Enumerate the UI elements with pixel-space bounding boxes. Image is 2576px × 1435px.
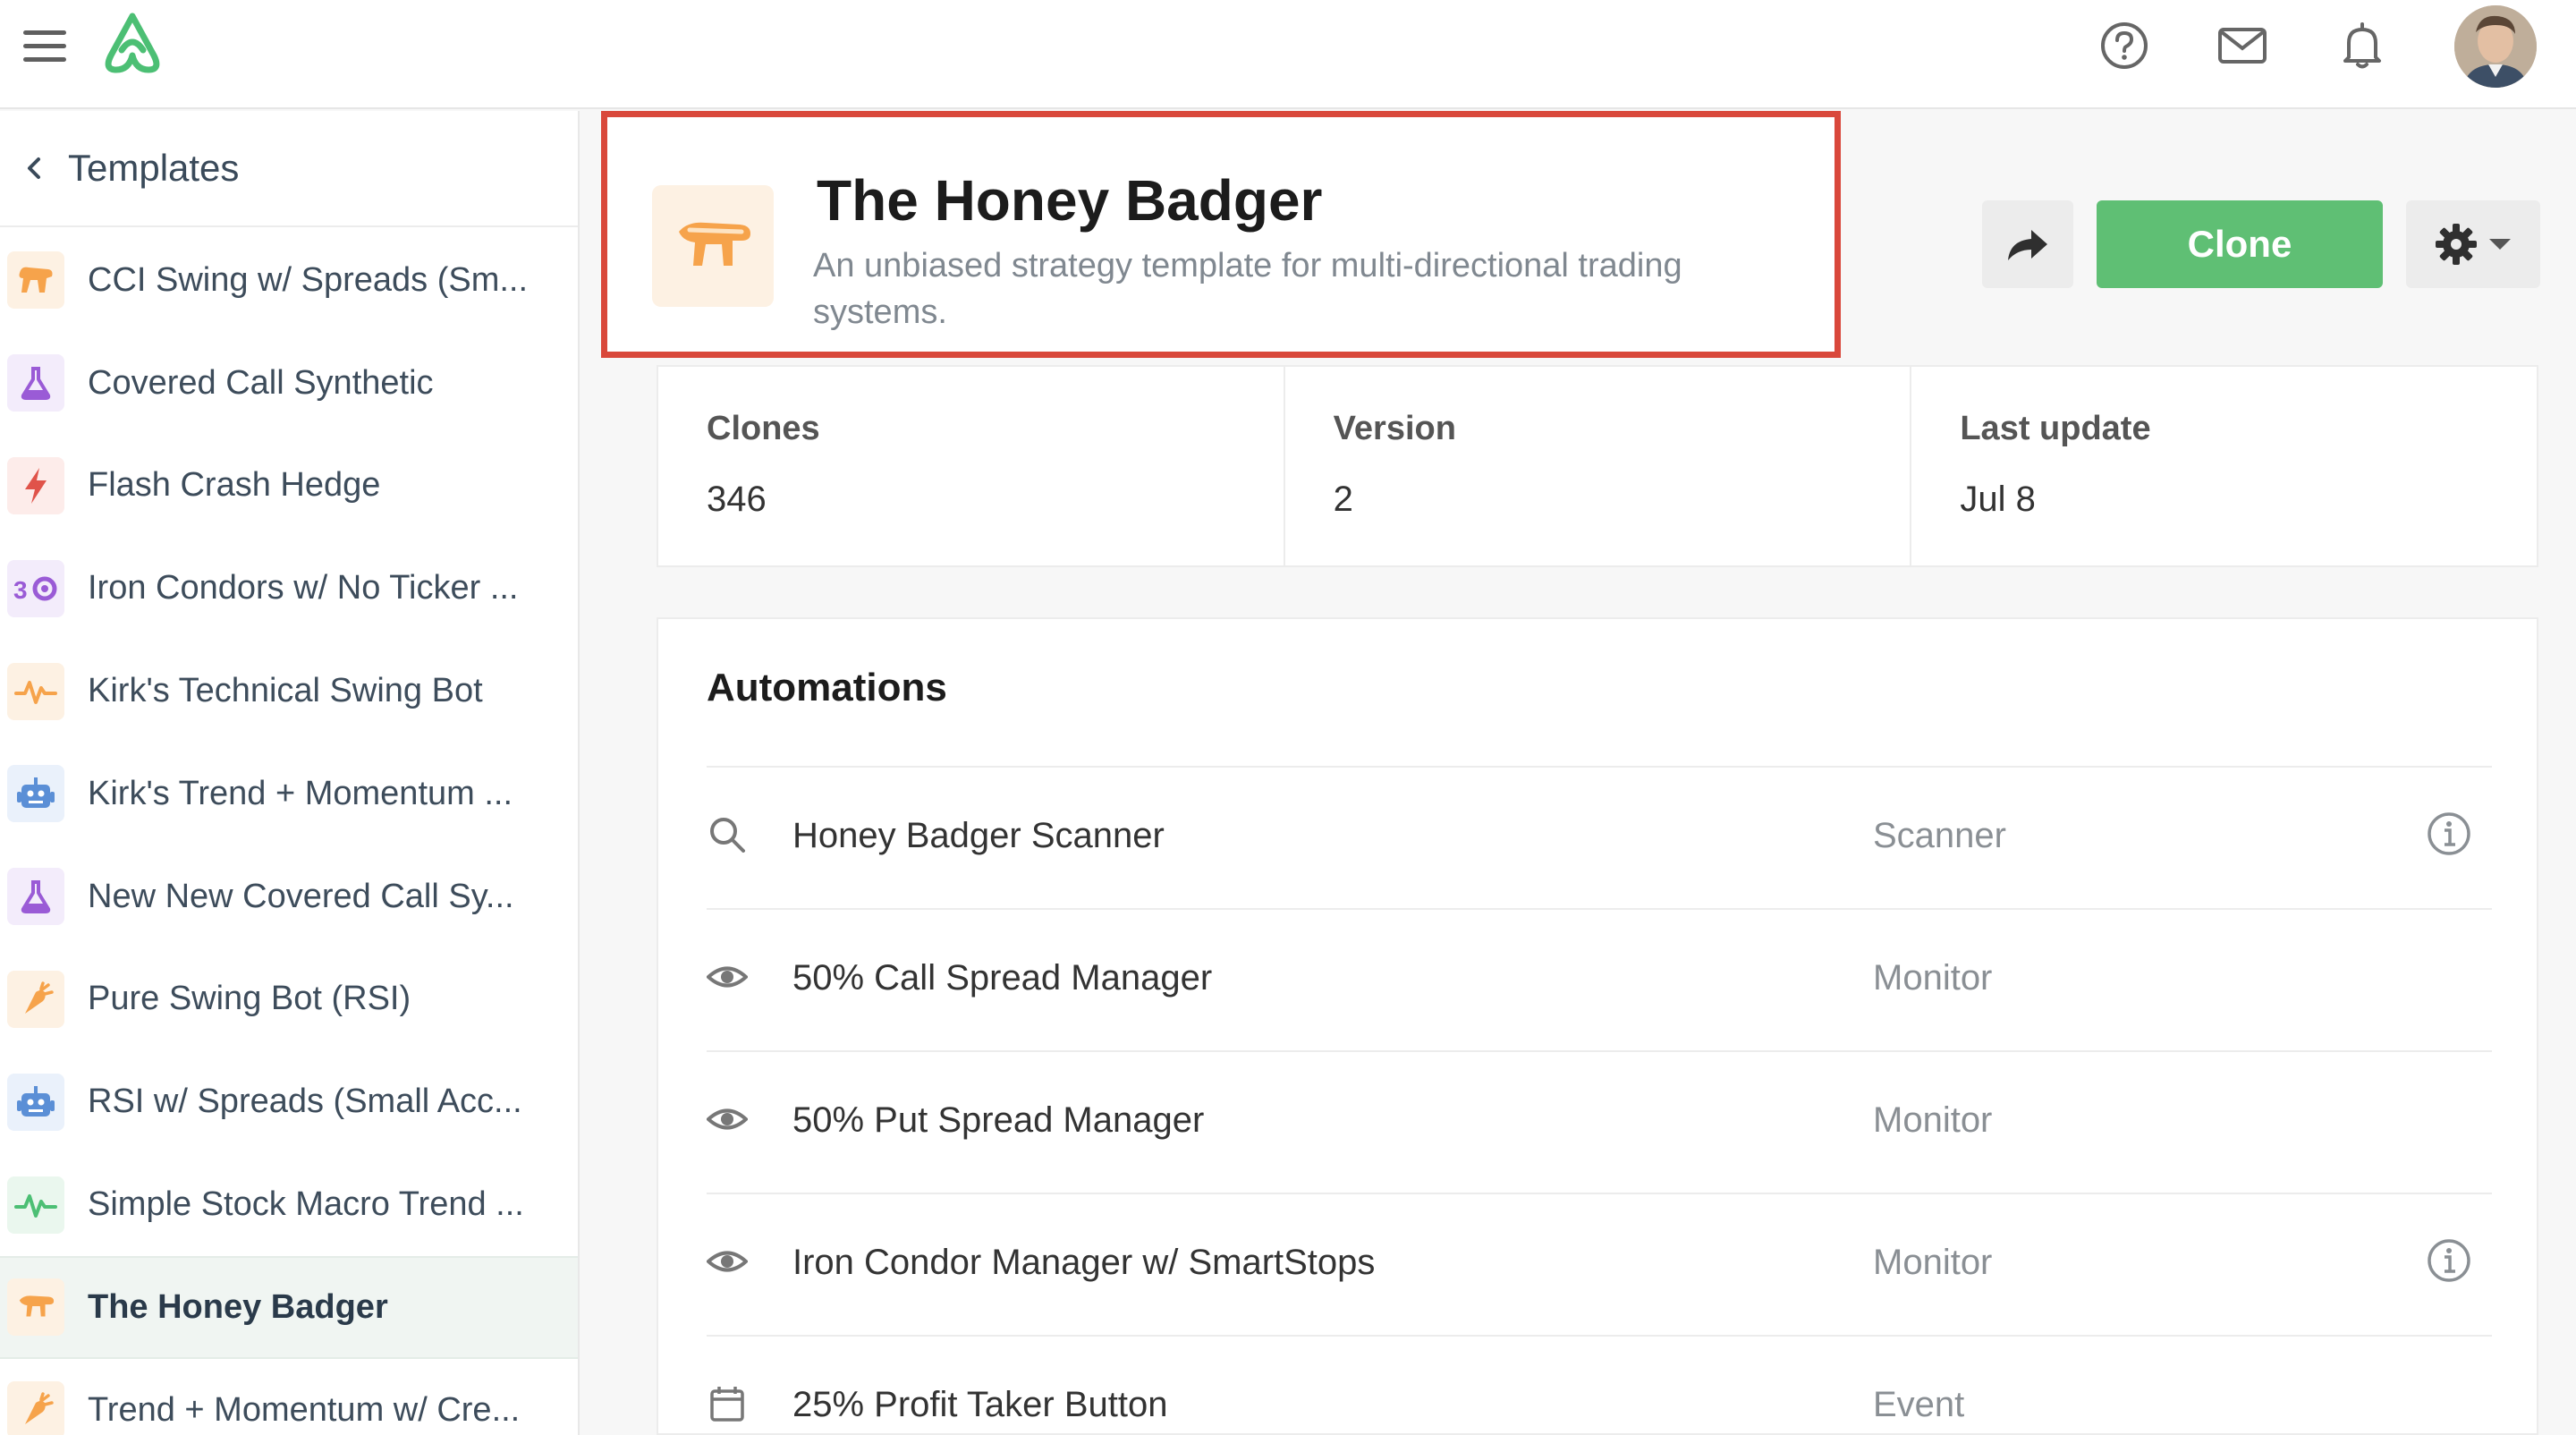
sidebar-item[interactable]: Kirk's Technical Swing Bot <box>0 640 578 743</box>
lightning-icon <box>7 456 64 514</box>
badger-icon <box>7 1278 64 1337</box>
automation-row[interactable]: 50% Put Spread Manager Monitor <box>706 1050 2492 1193</box>
sidebar-item-label: Iron Condors w/ No Ticker ... <box>88 569 519 607</box>
stat-label: Clones <box>707 410 820 447</box>
dog-icon <box>7 251 64 310</box>
stat-label: Last update <box>1960 410 2151 447</box>
automation-name: 50% Call Spread Manager <box>792 958 1213 998</box>
template-list: CCI Swing w/ Spreads (Sm... Covered Call … <box>0 229 578 1435</box>
sidebar-item[interactable]: New New Covered Call Sy... <box>0 845 578 948</box>
carrot-icon <box>7 970 64 1028</box>
automation-type: Monitor <box>1873 1243 1993 1282</box>
template-header: The Honey Badger An unbiased strategy te… <box>601 111 1841 358</box>
automation-row[interactable]: 50% Call Spread Manager Monitor <box>706 908 2492 1050</box>
automation-name: 25% Profit Taker Button <box>792 1385 1168 1424</box>
bell-icon[interactable] <box>2336 20 2388 72</box>
page-description: An unbiased strategy template for multi-… <box>813 247 1682 331</box>
stat-value: 346 <box>707 480 767 519</box>
caret-down-icon <box>2489 239 2511 250</box>
automation-type: Monitor <box>1873 958 1993 998</box>
robot-icon <box>7 1073 64 1131</box>
sidebar: Templates CCI Swing w/ Spreads (Sm... Cov… <box>0 111 580 1435</box>
page-title: The Honey Badger <box>817 168 1323 233</box>
stat-clones: Clones 346 <box>658 367 1285 565</box>
stat-value: Jul 8 <box>1960 480 2036 519</box>
sidebar-item[interactable]: Kirk's Trend + Momentum ... <box>0 743 578 845</box>
top-bar <box>0 0 2576 109</box>
stat-version: Version 2 <box>1285 367 1912 565</box>
pulse-icon <box>7 662 64 720</box>
badger-icon <box>652 185 774 307</box>
sidebar-item-label: RSI w/ Spreads (Small Acc... <box>88 1083 522 1121</box>
sidebar-header: Templates <box>0 111 578 227</box>
automations-list: Honey Badger Scanner Scanner 50% Call Sp… <box>706 766 2492 1433</box>
automation-row[interactable]: Iron Condor Manager w/ SmartStops Monito… <box>706 1193 2492 1335</box>
automation-type: Scanner <box>1873 816 2006 855</box>
share-button[interactable] <box>1982 200 2073 288</box>
stat-value: 2 <box>1333 480 1353 519</box>
sidebar-item-label: Trend + Momentum w/ Cre... <box>88 1390 521 1429</box>
sidebar-item[interactable]: The Honey Badger <box>0 1255 578 1359</box>
automation-type: Monitor <box>1873 1100 1993 1140</box>
sidebar-item[interactable]: Trend + Momentum w/ Cre... <box>0 1359 578 1435</box>
flask-icon <box>7 354 64 412</box>
condor-icon: 3 <box>7 559 64 617</box>
automations-panel: Automations Honey Badger Scanner Scanner… <box>657 617 2538 1435</box>
carrot-icon <box>7 1381 64 1435</box>
menu-icon[interactable] <box>23 27 68 64</box>
info-icon[interactable] <box>2426 811 2472 857</box>
automation-name: Honey Badger Scanner <box>792 816 1165 855</box>
chevron-left-icon[interactable] <box>25 156 43 181</box>
calendar-icon <box>707 1383 748 1424</box>
sidebar-item[interactable]: Pure Swing Bot (RSI) <box>0 948 578 1051</box>
clone-button[interactable]: Clone <box>2097 200 2383 288</box>
svg-text:3: 3 <box>13 576 28 604</box>
avatar[interactable] <box>2454 5 2537 88</box>
stat-label: Version <box>1333 410 1456 447</box>
sidebar-item-label: Pure Swing Bot (RSI) <box>88 980 411 1018</box>
eye-icon <box>706 1099 749 1140</box>
stat-last-update: Last update Jul 8 <box>1911 367 2537 565</box>
sidebar-item[interactable]: Flash Crash Hedge <box>0 435 578 538</box>
automation-row[interactable]: Honey Badger Scanner Scanner <box>707 766 2492 908</box>
search-icon <box>707 814 748 855</box>
logo-icon[interactable] <box>97 11 168 75</box>
automation-type: Event <box>1873 1385 1965 1424</box>
mail-icon[interactable] <box>2216 20 2268 72</box>
sidebar-item-label: New New Covered Call Sy... <box>88 877 514 915</box>
sidebar-item-label: Simple Stock Macro Trend ... <box>88 1185 524 1224</box>
help-icon[interactable] <box>2098 20 2150 72</box>
sidebar-item[interactable]: 3 Iron Condors w/ No Ticker ... <box>0 537 578 640</box>
info-icon[interactable] <box>2426 1237 2472 1284</box>
automation-name: Iron Condor Manager w/ SmartStops <box>792 1243 1376 1282</box>
flask-icon <box>7 868 64 926</box>
sidebar-item[interactable]: CCI Swing w/ Spreads (Sm... <box>0 229 578 332</box>
sidebar-item-label: The Honey Badger <box>88 1287 388 1326</box>
pulse-icon <box>7 1176 64 1234</box>
eye-icon <box>706 956 749 998</box>
gear-icon <box>2436 224 2477 265</box>
sidebar-item-label: Kirk's Trend + Momentum ... <box>88 774 513 812</box>
sidebar-item[interactable]: Covered Call Synthetic <box>0 332 578 435</box>
sidebar-item-label: Covered Call Synthetic <box>88 363 434 402</box>
automations-title: Automations <box>707 666 947 709</box>
sidebar-item-label: Flash Crash Hedge <box>88 466 381 505</box>
stats-panel: Clones 346 Version 2 Last update Jul 8 <box>657 365 2538 567</box>
sidebar-item-label: CCI Swing w/ Spreads (Sm... <box>88 260 529 299</box>
sidebar-item[interactable]: Simple Stock Macro Trend ... <box>0 1153 578 1256</box>
settings-dropdown-button[interactable] <box>2406 200 2540 288</box>
eye-icon <box>706 1241 749 1282</box>
robot-icon <box>7 765 64 823</box>
sidebar-title: Templates <box>68 147 240 189</box>
sidebar-item-label: Kirk's Technical Swing Bot <box>88 672 483 710</box>
share-arrow-icon <box>2008 230 2047 260</box>
automation-name: 50% Put Spread Manager <box>792 1100 1205 1140</box>
automation-row[interactable]: 25% Profit Taker Button Event <box>707 1335 2492 1433</box>
sidebar-item[interactable]: RSI w/ Spreads (Small Acc... <box>0 1050 578 1153</box>
